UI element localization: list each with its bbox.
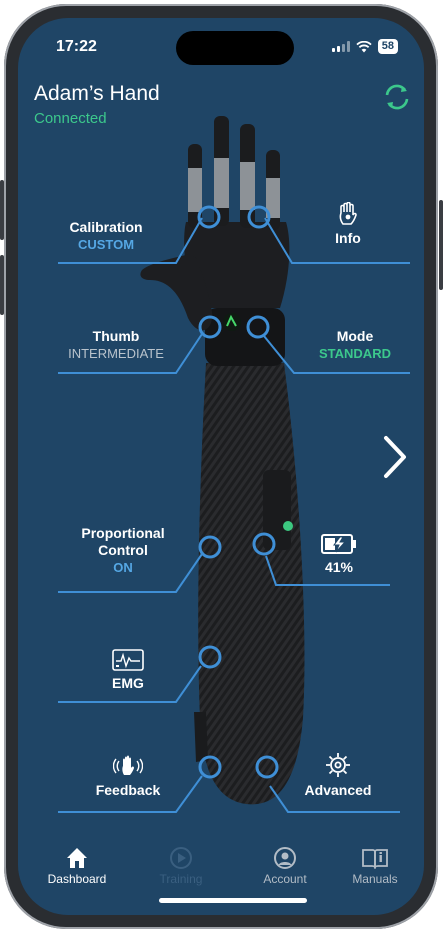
advanced-control[interactable]: Advanced [298,752,378,799]
tab-dashboard[interactable]: Dashboard [32,846,122,886]
emg-signal-icon [112,649,144,671]
battery-control[interactable]: 41% [310,533,368,576]
tab-manuals-label: Manuals [352,872,398,886]
bottom-tab-bar: Dashboard Training Account Manuals [18,846,424,906]
feedback-label: Feedback [95,782,161,798]
proportional-value: ON [113,560,133,575]
proportional-label-line2: Control [98,542,148,558]
calibration-value: CUSTOM [77,237,135,252]
proportional-label-line1: Proportional [81,525,165,541]
tab-dashboard-label: Dashboard [47,872,107,886]
tab-training-label: Training [159,872,203,886]
info-control[interactable]: Info [318,202,378,247]
calibration-control[interactable]: Calibration CUSTOM [58,219,154,253]
feedback-control[interactable]: Feedback [88,754,168,799]
thumb-control[interactable]: Thumb INTERMEDIATE [56,328,176,362]
battery-value: 41% [324,559,354,575]
account-icon [274,847,296,869]
tab-manuals[interactable]: Manuals [330,846,420,886]
info-label: Info [335,230,361,246]
app-screen: 17:22 58 Adam’s Hand Connected Calibrati… [18,18,424,915]
chevron-right-icon[interactable] [378,434,412,480]
proportional-control[interactable]: Proportional Control ON [58,525,188,576]
gear-icon [326,753,350,777]
home-indicator [159,898,307,903]
battery-charging-icon [321,534,356,554]
mode-value: STANDARD [319,346,391,361]
tab-account[interactable]: Account [240,846,330,886]
book-icon [362,849,388,870]
mode-label: Mode [336,328,374,344]
tab-training[interactable]: Training [136,846,226,886]
home-icon [67,848,87,868]
phone-power-button [439,200,443,290]
vibration-hand-icon [113,755,143,775]
advanced-label: Advanced [304,782,372,798]
calibration-label: Calibration [69,219,143,235]
hand-info-icon [339,202,357,225]
emg-label: EMG [112,675,144,691]
tab-account-label: Account [263,872,307,886]
play-icon [170,847,192,869]
thumb-label: Thumb [92,328,140,344]
thumb-value: INTERMEDIATE [68,346,164,361]
mode-control[interactable]: Mode STANDARD [300,328,410,362]
phone-frame: 17:22 58 Adam’s Hand Connected Calibrati… [4,4,438,929]
emg-control[interactable]: EMG [98,649,158,692]
